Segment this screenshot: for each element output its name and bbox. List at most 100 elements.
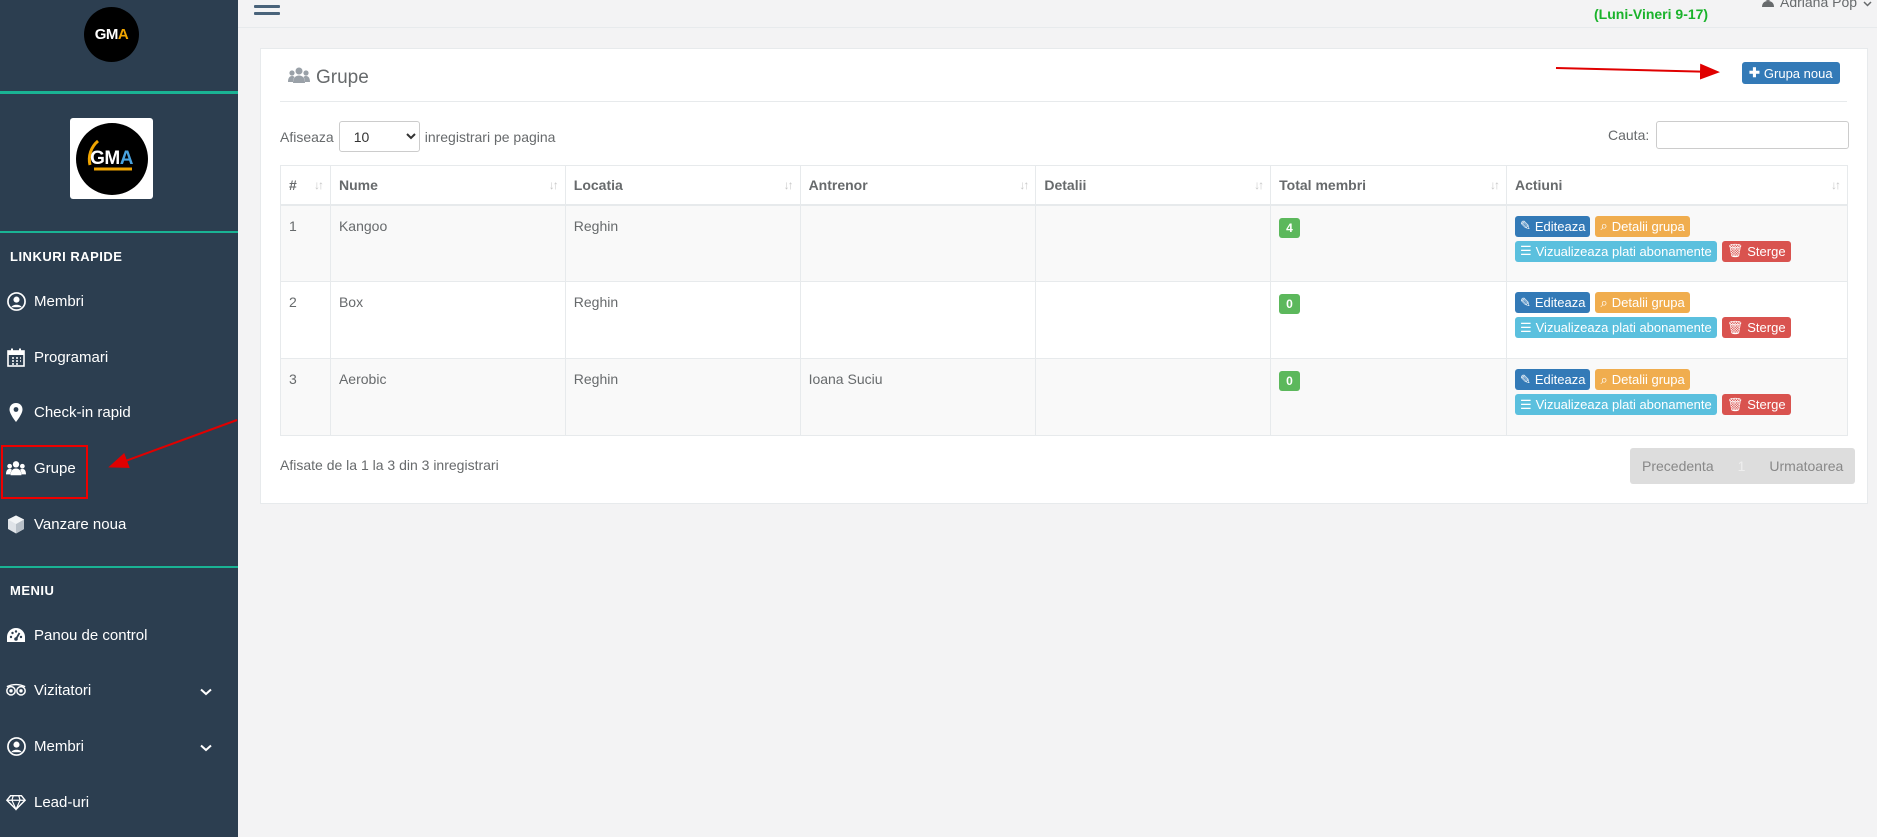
sidebar-item-programari[interactable]: Programari (0, 337, 238, 377)
table-header-row: # ↓↑ Nume ↓↑ Locatia ↓↑ Antrenor ↓↑ Detalii ↓… (280, 165, 1849, 206)
sort-icon: ↓↑ (1831, 178, 1841, 192)
brand-logo[interactable]: GMA (84, 7, 139, 62)
user-icon (1762, 0, 1774, 10)
column-header-id[interactable]: # ↓↑ (280, 165, 331, 206)
column-header-total-membri[interactable]: Total membri ↓↑ (1270, 165, 1507, 206)
group-details-button[interactable]: ⌕ Detalii grupa (1595, 292, 1690, 313)
diamond-icon (6, 792, 26, 812)
trash-icon: 🗑 (1726, 319, 1744, 335)
group-details-button[interactable]: ⌕ Detalii grupa (1595, 369, 1690, 390)
cell-location: Reghin (564, 204, 801, 282)
sidebar-item-membri[interactable]: Membri (0, 281, 238, 321)
cell-name: Aerobic (329, 358, 566, 436)
sidebar-item-check-in[interactable]: Check-in rapid (0, 392, 238, 432)
list-icon: ☰ (1519, 243, 1532, 258)
search-icon: ⌕ (1600, 294, 1608, 310)
cell-actions: ✎ Editeaza ⌕ Detalii grupa ☰ Vizualizeaza p… (1505, 204, 1849, 282)
cell-members: 4 (1270, 204, 1507, 282)
sidebar-item-membri-menu[interactable]: Membri (0, 726, 238, 766)
sort-icon: ↓↑ (313, 178, 324, 192)
users-icon (288, 66, 310, 90)
menu-toggle-icon[interactable] (254, 0, 280, 15)
page-length-control: Afiseaza 10 inregistrari pe pagina (280, 121, 555, 152)
cell-details (1035, 204, 1272, 282)
delete-button[interactable]: 🗑 Sterge (1721, 240, 1791, 262)
search-control: Cauta: (1608, 121, 1850, 149)
sort-icon: ↓↑ (1489, 178, 1500, 192)
tripadvisor-icon (6, 680, 26, 700)
sidebar-item-lead-uri[interactable]: Lead-uri (0, 782, 238, 822)
sidebar-divider (0, 231, 238, 233)
edit-button[interactable]: ✎ Editeaza (1514, 292, 1591, 313)
table-info: Afisate de la 1 la 3 din 3 inregistrari (280, 457, 499, 473)
cell-members: 0 (1270, 358, 1507, 436)
cell-actions: ✎ Editeaza ⌕ Detalii grupa ☰ Vizualizeaza p… (1505, 358, 1849, 436)
cell-trainer (799, 281, 1037, 359)
sort-icon: ↓↑ (1254, 178, 1264, 192)
pencil-icon: ✎ (1519, 294, 1531, 310)
trash-icon: 🗑 (1726, 243, 1744, 258)
table-row: 1 Kangoo Reghin 4 ✎ Editeaza ⌕ Detalii gru… (280, 204, 1849, 282)
table-row: 2 Box Reghin 0 ✎ Editeaza ⌕ Detalii grupa … (280, 281, 1849, 359)
pagination-next[interactable]: Urmatoarea (1757, 458, 1855, 474)
sort-icon: ↓↑ (1019, 178, 1029, 192)
edit-button[interactable]: ✎ Editeaza (1514, 215, 1591, 237)
chevron-down-icon (200, 683, 212, 700)
cell-details (1035, 281, 1272, 359)
view-payments-button[interactable]: ☰ Vizualizeaza plati abonamente (1514, 240, 1717, 262)
sidebar-divider (0, 566, 238, 568)
calendar-icon (6, 347, 26, 367)
pencil-icon: ✎ (1519, 371, 1531, 387)
user-circle-icon (6, 736, 26, 756)
sidebar-item-vizitatori[interactable]: Vizitatori (0, 670, 238, 710)
topbar: (Luni-Vineri 9-17) Adriana Pop (238, 0, 1877, 28)
search-icon: ⌕ (1600, 371, 1608, 387)
plus-icon: ✚ (1749, 65, 1760, 80)
user-menu[interactable]: Adriana Pop (1762, 0, 1872, 10)
column-header-actiuni[interactable]: Actiuni ↓↑ (1505, 165, 1849, 206)
column-header-locatia[interactable]: Locatia ↓↑ (564, 165, 801, 206)
page-title: Grupe (288, 66, 369, 90)
cell-id: 2 (280, 281, 331, 359)
sidebar-divider (0, 91, 238, 94)
cube-icon (6, 514, 26, 534)
trash-icon: 🗑 (1726, 396, 1744, 412)
cell-trainer (799, 204, 1037, 282)
column-header-antrenor[interactable]: Antrenor ↓↑ (799, 165, 1037, 206)
new-group-button[interactable]: ✚ Grupa noua (1742, 62, 1840, 84)
column-header-nume[interactable]: Nume ↓↑ (329, 165, 566, 206)
sidebar-item-panou-de-control[interactable]: Panou de control (0, 615, 238, 655)
user-circle-icon (6, 291, 26, 311)
edit-button[interactable]: ✎ Editeaza (1514, 369, 1591, 390)
schedule-hours: (Luni-Vineri 9-17) (1594, 6, 1709, 22)
column-header-detalii[interactable]: Detalii ↓↑ (1035, 165, 1272, 206)
dashboard-icon (6, 625, 26, 645)
cell-trainer: Ioana Suciu (799, 358, 1037, 436)
cell-actions: ✎ Editeaza ⌕ Detalii grupa ☰ Vizualizeaza p… (1505, 281, 1849, 359)
cell-name: Box (329, 281, 566, 359)
group-details-button[interactable]: ⌕ Detalii grupa (1595, 215, 1690, 237)
sidebar: GMA GMA LINKURI RAPIDE Membri Programari… (0, 0, 238, 837)
page-length-select[interactable]: 10 (338, 121, 420, 152)
members-count-badge: 0 (1279, 371, 1300, 391)
pagination-page[interactable]: 1 (1726, 458, 1758, 474)
members-count-badge: 4 (1279, 217, 1300, 238)
chevron-down-icon (200, 739, 212, 756)
sort-icon: ↓↑ (783, 178, 794, 192)
delete-button[interactable]: 🗑 Sterge (1721, 394, 1791, 415)
menu-title: MENIU (10, 583, 55, 598)
panel-divider (280, 101, 1847, 102)
delete-button[interactable]: 🗑 Sterge (1721, 317, 1791, 338)
pagination: Precedenta 1 Urmatoarea (1630, 448, 1856, 484)
chevron-down-icon (1863, 0, 1872, 10)
annotation-highlight-box (1, 445, 88, 499)
view-payments-button[interactable]: ☰ Vizualizeaza plati abonamente (1514, 394, 1717, 415)
pagination-prev[interactable]: Precedenta (1630, 458, 1726, 474)
pencil-icon: ✎ (1519, 218, 1531, 233)
sort-icon: ↓↑ (548, 178, 559, 192)
map-marker-icon (6, 402, 26, 422)
search-input[interactable] (1656, 121, 1850, 149)
view-payments-button[interactable]: ☰ Vizualizeaza plati abonamente (1514, 317, 1717, 338)
sidebar-item-vanzare-noua[interactable]: Vanzare noua (0, 504, 238, 544)
cell-location: Reghin (564, 358, 801, 436)
